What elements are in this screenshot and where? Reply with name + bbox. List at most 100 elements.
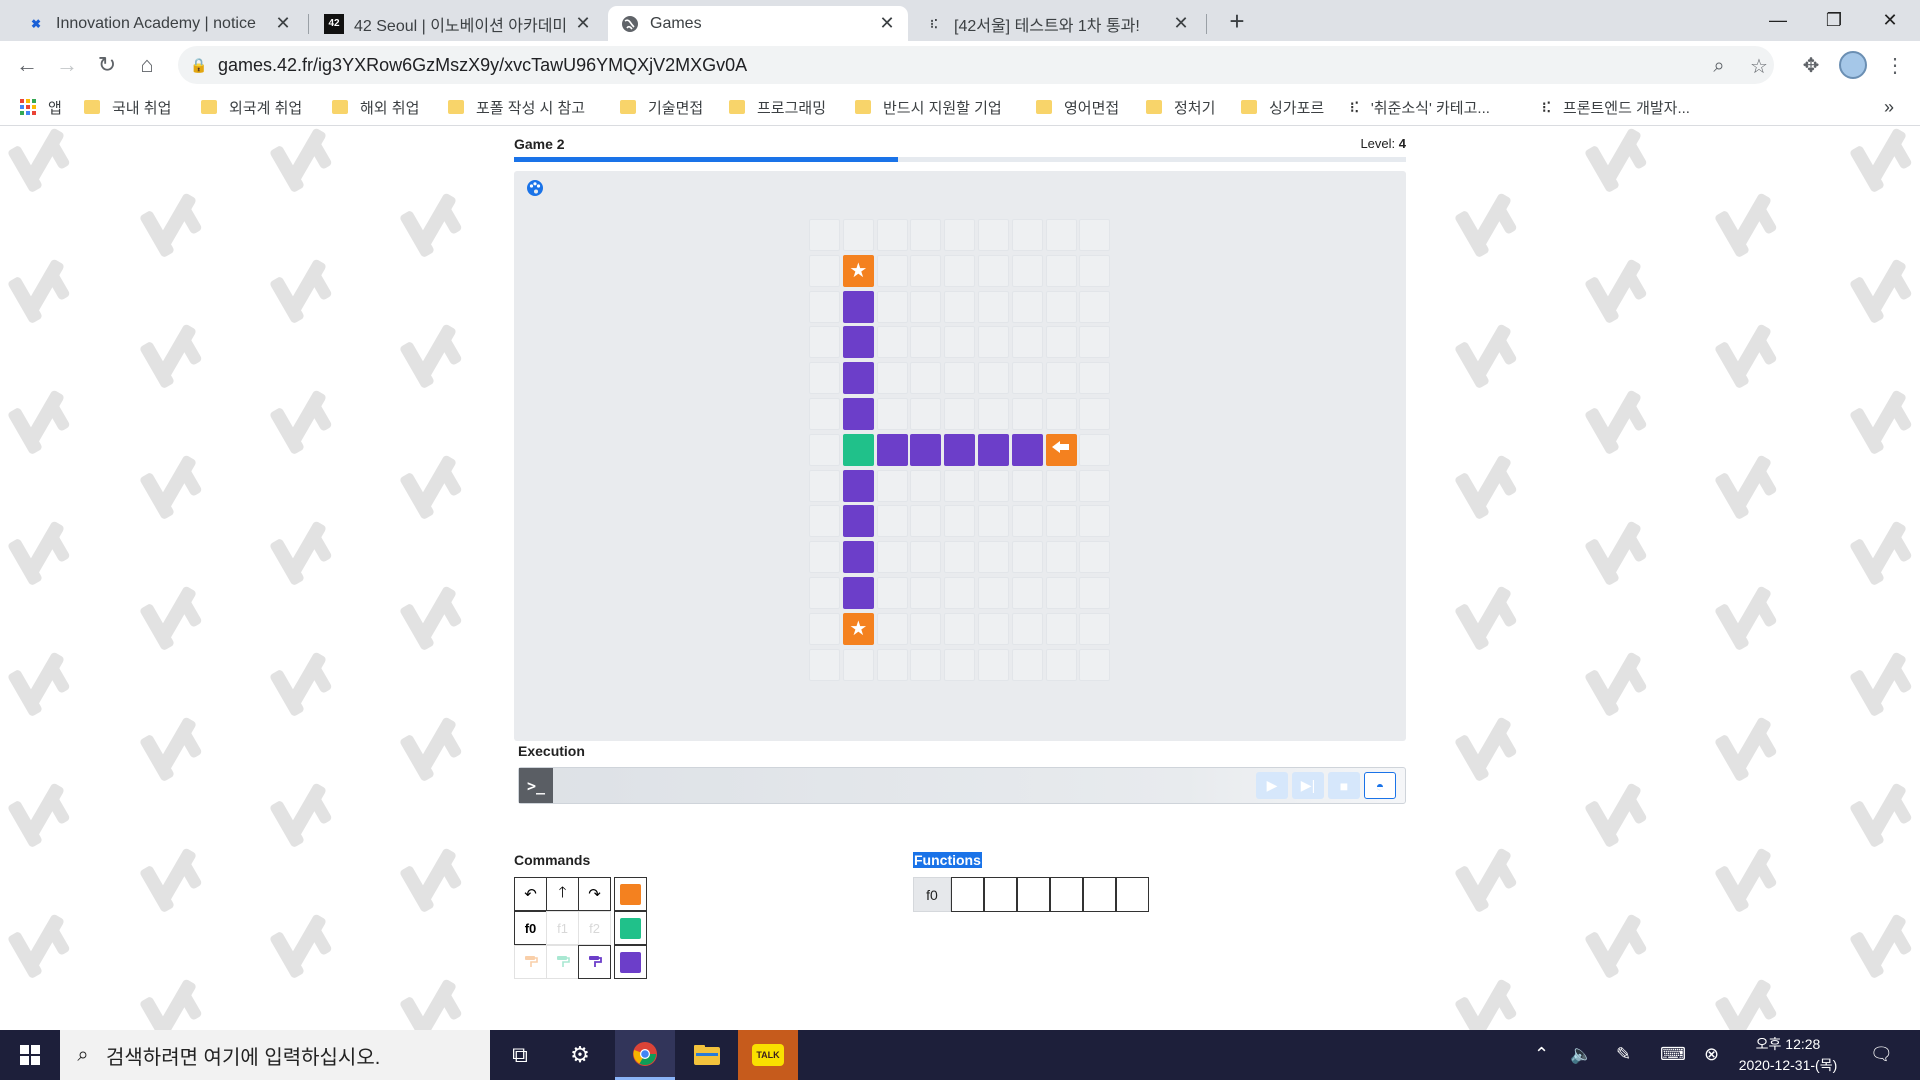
grid-cell-empty bbox=[809, 505, 840, 538]
folder-icon bbox=[1036, 100, 1052, 114]
dots-icon: ⁝⁚ bbox=[1350, 98, 1359, 115]
reload-icon[interactable]: ↻ bbox=[91, 49, 123, 81]
menu-kebab-icon[interactable]: ⋮ bbox=[1880, 50, 1910, 80]
play-button[interactable]: ▶ bbox=[1256, 772, 1288, 799]
bookmark-folder[interactable]: 외국계 취업 bbox=[201, 94, 302, 120]
forward-arrow-icon[interactable]: → bbox=[51, 49, 83, 81]
color-teal-condition[interactable] bbox=[614, 911, 647, 945]
turn-left-command[interactable]: ↶ bbox=[514, 877, 547, 911]
kakaotalk-icon[interactable]: TALK bbox=[738, 1030, 798, 1080]
bookmark-folder[interactable]: 영어면접 bbox=[1036, 94, 1119, 120]
close-icon[interactable]: ✕ bbox=[574, 13, 592, 34]
task-view-icon[interactable]: ⧉ bbox=[490, 1030, 550, 1080]
back-arrow-icon[interactable]: ← bbox=[11, 49, 43, 81]
bookmark-folder[interactable]: 프로그래밍 bbox=[729, 94, 826, 120]
profile-avatar[interactable] bbox=[1838, 50, 1868, 80]
grid-cell-empty bbox=[809, 469, 840, 502]
tab-divider bbox=[308, 14, 309, 34]
file-explorer-icon[interactable] bbox=[677, 1030, 737, 1080]
step-button[interactable]: ▶| bbox=[1292, 772, 1324, 799]
lock-icon: 🔒 bbox=[190, 56, 208, 73]
bookmark-apps[interactable]: 앱 bbox=[20, 94, 62, 120]
pen-icon[interactable]: ✎ bbox=[1616, 1044, 1631, 1065]
extensions-icon[interactable]: ✥ bbox=[1796, 50, 1826, 80]
tab-games[interactable]: Games ✕ bbox=[608, 6, 908, 41]
grid-cell-empty bbox=[876, 254, 908, 287]
watermark-logo bbox=[398, 575, 470, 655]
watermark-logo bbox=[1583, 127, 1655, 197]
system-clock[interactable]: 오후 12:28 2020-12-31-(목) bbox=[1728, 1034, 1848, 1076]
bookmark-folder[interactable]: 해외 취업 bbox=[332, 94, 419, 120]
tab-title: [42서울] 테스트와 1차 통과! bbox=[954, 17, 1140, 35]
folder-icon bbox=[84, 100, 100, 114]
grid-cell-empty bbox=[944, 505, 976, 538]
bookmark-folder[interactable]: 포폴 작성 시 참고 bbox=[448, 94, 585, 120]
watermark-logo bbox=[268, 248, 340, 328]
grid-cell-empty bbox=[876, 469, 908, 502]
bookmark-folder[interactable]: 정처기 bbox=[1146, 94, 1215, 120]
window-close-icon[interactable]: ✕ bbox=[1862, 0, 1918, 41]
windows-taskbar: ⌕ 검색하려면 여기에 입력하십시오. ⧉ ⚙ TALK ⌃ 🔈 ✎ ⌨ ⊗ 오… bbox=[0, 1030, 1920, 1080]
more-bookmarks-button[interactable]: » bbox=[1884, 94, 1894, 120]
bookmark-folder[interactable]: 국내 취업 bbox=[84, 94, 171, 120]
grid-cell-empty bbox=[1045, 541, 1077, 574]
paint-roller-icon bbox=[556, 956, 570, 967]
function-slot[interactable] bbox=[1050, 877, 1083, 912]
dots-icon: ⁝⁚ bbox=[930, 16, 938, 31]
restore-icon[interactable]: ❐ bbox=[1806, 0, 1862, 41]
palette-icon[interactable] bbox=[526, 179, 544, 197]
function-slot[interactable] bbox=[1017, 877, 1050, 912]
bookmark-folder[interactable]: 반드시 지원할 기업 bbox=[855, 94, 1002, 120]
turn-right-icon: ↷ bbox=[588, 886, 601, 903]
new-tab-button[interactable]: + bbox=[1222, 6, 1252, 36]
stop-button[interactable]: ■ bbox=[1328, 772, 1360, 799]
function-slot[interactable] bbox=[1083, 877, 1116, 912]
network-disconnected-icon[interactable]: ⊗ bbox=[1704, 1044, 1719, 1065]
turn-right-command[interactable]: ↷ bbox=[578, 877, 611, 911]
bookmark-site[interactable]: ⁝⁚ 프론트엔드 개발자... bbox=[1542, 94, 1690, 120]
close-icon[interactable]: ✕ bbox=[274, 13, 292, 34]
minimize-icon[interactable]: — bbox=[1750, 0, 1806, 41]
folder-icon bbox=[201, 100, 217, 114]
watermark-logo bbox=[138, 968, 210, 1030]
grid-cell-empty bbox=[910, 398, 942, 430]
keyboard-icon[interactable]: ⌨ bbox=[1660, 1044, 1686, 1065]
function-slot[interactable] bbox=[1116, 877, 1149, 912]
bookmark-folder[interactable]: 싱가포르 bbox=[1241, 94, 1324, 120]
watermark-logo bbox=[1848, 772, 1920, 852]
close-icon[interactable]: ✕ bbox=[1172, 13, 1190, 34]
star-bookmark-icon[interactable]: ☆ bbox=[1748, 55, 1770, 78]
grid-cell-empty bbox=[910, 362, 942, 395]
bookmark-label: 프로그래밍 bbox=[757, 99, 827, 117]
chrome-icon[interactable] bbox=[615, 1030, 675, 1080]
f0-command[interactable]: f0 bbox=[514, 911, 547, 945]
paint-purple-command[interactable] bbox=[578, 945, 611, 979]
tab-42-seoul[interactable]: 42 42 Seoul | 이노베이션 아카데미 ✕ bbox=[312, 6, 604, 41]
color-purple-condition[interactable] bbox=[614, 945, 647, 979]
address-bar[interactable]: 🔒 games.42.fr/ig3YXRow6GzMszX9y/xvcTawU9… bbox=[178, 46, 1774, 84]
tile-purple bbox=[842, 469, 874, 502]
close-icon[interactable]: ✕ bbox=[878, 13, 896, 34]
settings-gear-icon[interactable]: ⚙ bbox=[550, 1030, 610, 1080]
bookmark-site[interactable]: ⁝⁚ '취준소식' 카테고... bbox=[1350, 94, 1490, 120]
f2-command: f2 bbox=[578, 911, 611, 945]
watermark-logo bbox=[6, 248, 78, 328]
notification-icon[interactable]: 🗨 bbox=[1870, 1044, 1893, 1065]
windows-start-button[interactable] bbox=[0, 1030, 60, 1080]
watermark-logo bbox=[398, 182, 470, 262]
speed-gauge-button[interactable]: ◓ bbox=[1364, 772, 1396, 799]
forward-command[interactable]: 🡑 bbox=[546, 877, 579, 911]
function-slot[interactable] bbox=[951, 877, 984, 912]
watermark-logo bbox=[1848, 641, 1920, 721]
bookmark-folder[interactable]: 기술면접 bbox=[620, 94, 703, 120]
taskbar-search[interactable]: ⌕ 검색하려면 여기에 입력하십시오. bbox=[60, 1030, 490, 1080]
tab-innovation-academy[interactable]: ✖ Innovation Academy | notice ✕ bbox=[14, 6, 304, 41]
home-icon[interactable]: ⌂ bbox=[131, 49, 163, 81]
speaker-icon[interactable]: 🔈 bbox=[1570, 1044, 1592, 1065]
tab-42seoul-test[interactable]: ⁝⁚ [42서울] 테스트와 1차 통과! ✕ bbox=[912, 6, 1202, 41]
zoom-icon[interactable]: ⌕ bbox=[1708, 55, 1730, 77]
chevron-up-icon[interactable]: ⌃ bbox=[1534, 1044, 1549, 1065]
grid-cell-empty bbox=[944, 254, 976, 287]
function-slot[interactable] bbox=[984, 877, 1017, 912]
color-orange-condition[interactable] bbox=[614, 877, 647, 911]
